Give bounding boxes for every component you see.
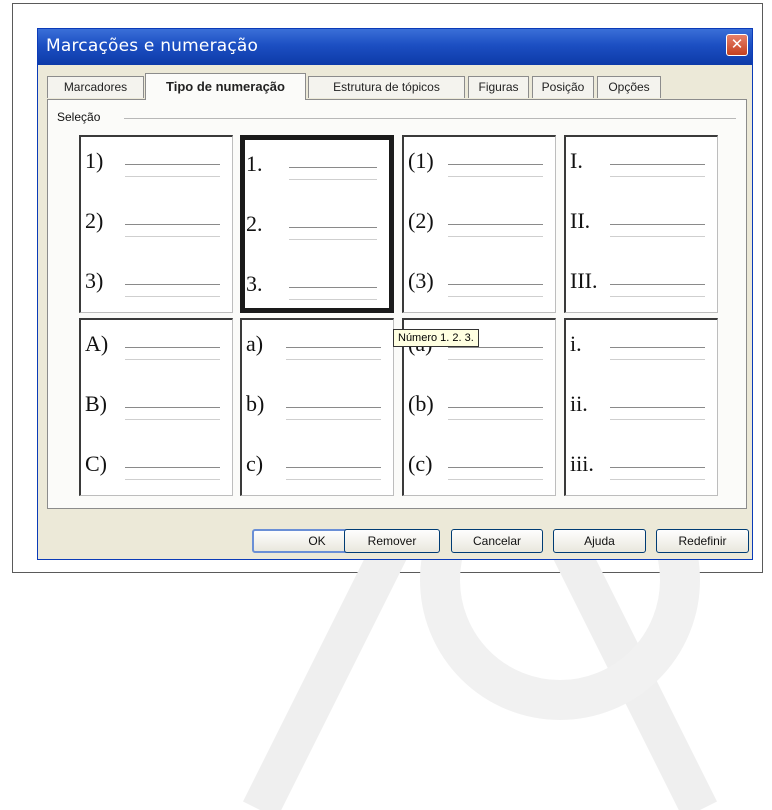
sample-line bbox=[286, 419, 381, 420]
numbering-sample-label: 3) bbox=[85, 268, 104, 293]
sample-line bbox=[289, 299, 377, 300]
tab-marcadores[interactable]: Marcadores bbox=[47, 76, 144, 98]
sample-line bbox=[125, 359, 220, 360]
sample-line bbox=[125, 479, 220, 480]
numbering-sample-label: b) bbox=[246, 391, 265, 416]
numbering-sample-label: ii. bbox=[570, 391, 588, 416]
sample-line bbox=[448, 359, 543, 360]
sample-line bbox=[448, 164, 543, 165]
sample-line bbox=[448, 296, 543, 297]
numbering-sample-label: 3. bbox=[246, 271, 263, 296]
sample-line bbox=[448, 467, 543, 468]
numbering-sample-label: III. bbox=[570, 268, 598, 293]
sample-line bbox=[610, 359, 705, 360]
numbering-dialog: Marcações e numeração ✕ Marcadores Tipo … bbox=[37, 28, 753, 560]
sample-line bbox=[125, 224, 220, 225]
sample-line bbox=[448, 224, 543, 225]
numbering-sample-label: B) bbox=[85, 391, 107, 416]
dialog-title: Marcações e numeração bbox=[46, 36, 259, 56]
sample-line bbox=[448, 236, 543, 237]
sample-line bbox=[448, 176, 543, 177]
numbering-sample-label: A) bbox=[85, 331, 109, 356]
sample-line bbox=[125, 296, 220, 297]
sample-line bbox=[610, 347, 705, 348]
sample-line bbox=[610, 164, 705, 165]
close-button[interactable]: ✕ bbox=[726, 34, 748, 56]
sample-line bbox=[125, 164, 220, 165]
numbering-sample-label: I. bbox=[570, 148, 583, 173]
numbering-style-option[interactable]: i. ii. iii. bbox=[564, 318, 718, 496]
tab-tipo-de-numeracao[interactable]: Tipo de numeração bbox=[145, 73, 306, 100]
selection-label: Seleção bbox=[57, 110, 104, 124]
sample-line bbox=[125, 419, 220, 420]
numbering-sample-label: 2. bbox=[246, 211, 263, 236]
section-divider bbox=[124, 118, 736, 119]
sample-line bbox=[286, 479, 381, 480]
sample-line bbox=[289, 179, 377, 180]
numbering-style-option[interactable]: (1) (2) (3) bbox=[402, 135, 556, 313]
tab-estrutura-de-topicos[interactable]: Estrutura de tópicos bbox=[308, 76, 465, 98]
numbering-style-option[interactable]: A) B) C) bbox=[79, 318, 233, 496]
numbering-sample-label: c) bbox=[246, 451, 264, 476]
tab-opcoes[interactable]: Opções bbox=[597, 76, 661, 98]
numbering-sample-label: C) bbox=[85, 451, 107, 476]
sample-line bbox=[448, 479, 543, 480]
sample-line bbox=[289, 167, 377, 168]
sample-line bbox=[610, 224, 705, 225]
sample-line bbox=[289, 227, 377, 228]
tab-posicao[interactable]: Posição bbox=[532, 76, 594, 98]
title-bar: Marcações e numeração ✕ bbox=[38, 29, 752, 65]
tab-figuras[interactable]: Figuras bbox=[468, 76, 529, 98]
remove-label: Remover bbox=[367, 534, 417, 548]
sample-line bbox=[286, 467, 381, 468]
sample-line bbox=[286, 407, 381, 408]
sample-line bbox=[610, 407, 705, 408]
numbering-style-option[interactable]: 1. 2. 3. bbox=[240, 135, 394, 313]
help-button[interactable]: Ajuda bbox=[553, 529, 646, 553]
sample-line bbox=[125, 284, 220, 285]
sample-line bbox=[610, 467, 705, 468]
sample-line bbox=[289, 239, 377, 240]
numbering-sample-label: (3) bbox=[408, 268, 434, 293]
remove-button[interactable]: Remover bbox=[344, 529, 440, 553]
numbering-style-option[interactable]: a) b) c) bbox=[240, 318, 394, 496]
numbering-sample-label: (1) bbox=[408, 148, 434, 173]
cancel-button[interactable]: Cancelar bbox=[451, 529, 543, 553]
numbering-sample-label: 1) bbox=[85, 148, 104, 173]
numbering-sample-label: iii. bbox=[570, 451, 594, 476]
sample-line bbox=[125, 176, 220, 177]
sample-line bbox=[125, 236, 220, 237]
sample-line bbox=[448, 284, 543, 285]
sample-line bbox=[610, 419, 705, 420]
numbering-sample-label: 1. bbox=[246, 151, 263, 176]
numbering-style-option[interactable]: I. II. III. bbox=[564, 135, 718, 313]
numbering-sample-label: (c) bbox=[408, 451, 433, 476]
sample-line bbox=[289, 287, 377, 288]
sample-line bbox=[610, 284, 705, 285]
sample-line bbox=[125, 467, 220, 468]
tooltip: Número 1. 2. 3. bbox=[393, 329, 479, 347]
sample-line bbox=[448, 419, 543, 420]
numbering-sample-label: (2) bbox=[408, 208, 434, 233]
numbering-sample-label: a) bbox=[246, 331, 264, 356]
numbering-sample-label: i. bbox=[570, 331, 582, 356]
numbering-sample-label: (b) bbox=[408, 391, 434, 416]
numbering-sample-label: II. bbox=[570, 208, 591, 233]
close-icon: ✕ bbox=[730, 35, 744, 53]
sample-line bbox=[286, 347, 381, 348]
sample-line bbox=[610, 176, 705, 177]
sample-line bbox=[286, 359, 381, 360]
sample-line bbox=[448, 347, 543, 348]
sample-line bbox=[125, 407, 220, 408]
numbering-sample-label: 2) bbox=[85, 208, 104, 233]
numbering-style-option[interactable]: 1) 2) 3) bbox=[79, 135, 233, 313]
sample-line bbox=[610, 236, 705, 237]
reset-button[interactable]: Redefinir bbox=[656, 529, 749, 553]
sample-line bbox=[125, 347, 220, 348]
sample-line bbox=[610, 479, 705, 480]
sample-line bbox=[610, 296, 705, 297]
sample-line bbox=[448, 407, 543, 408]
